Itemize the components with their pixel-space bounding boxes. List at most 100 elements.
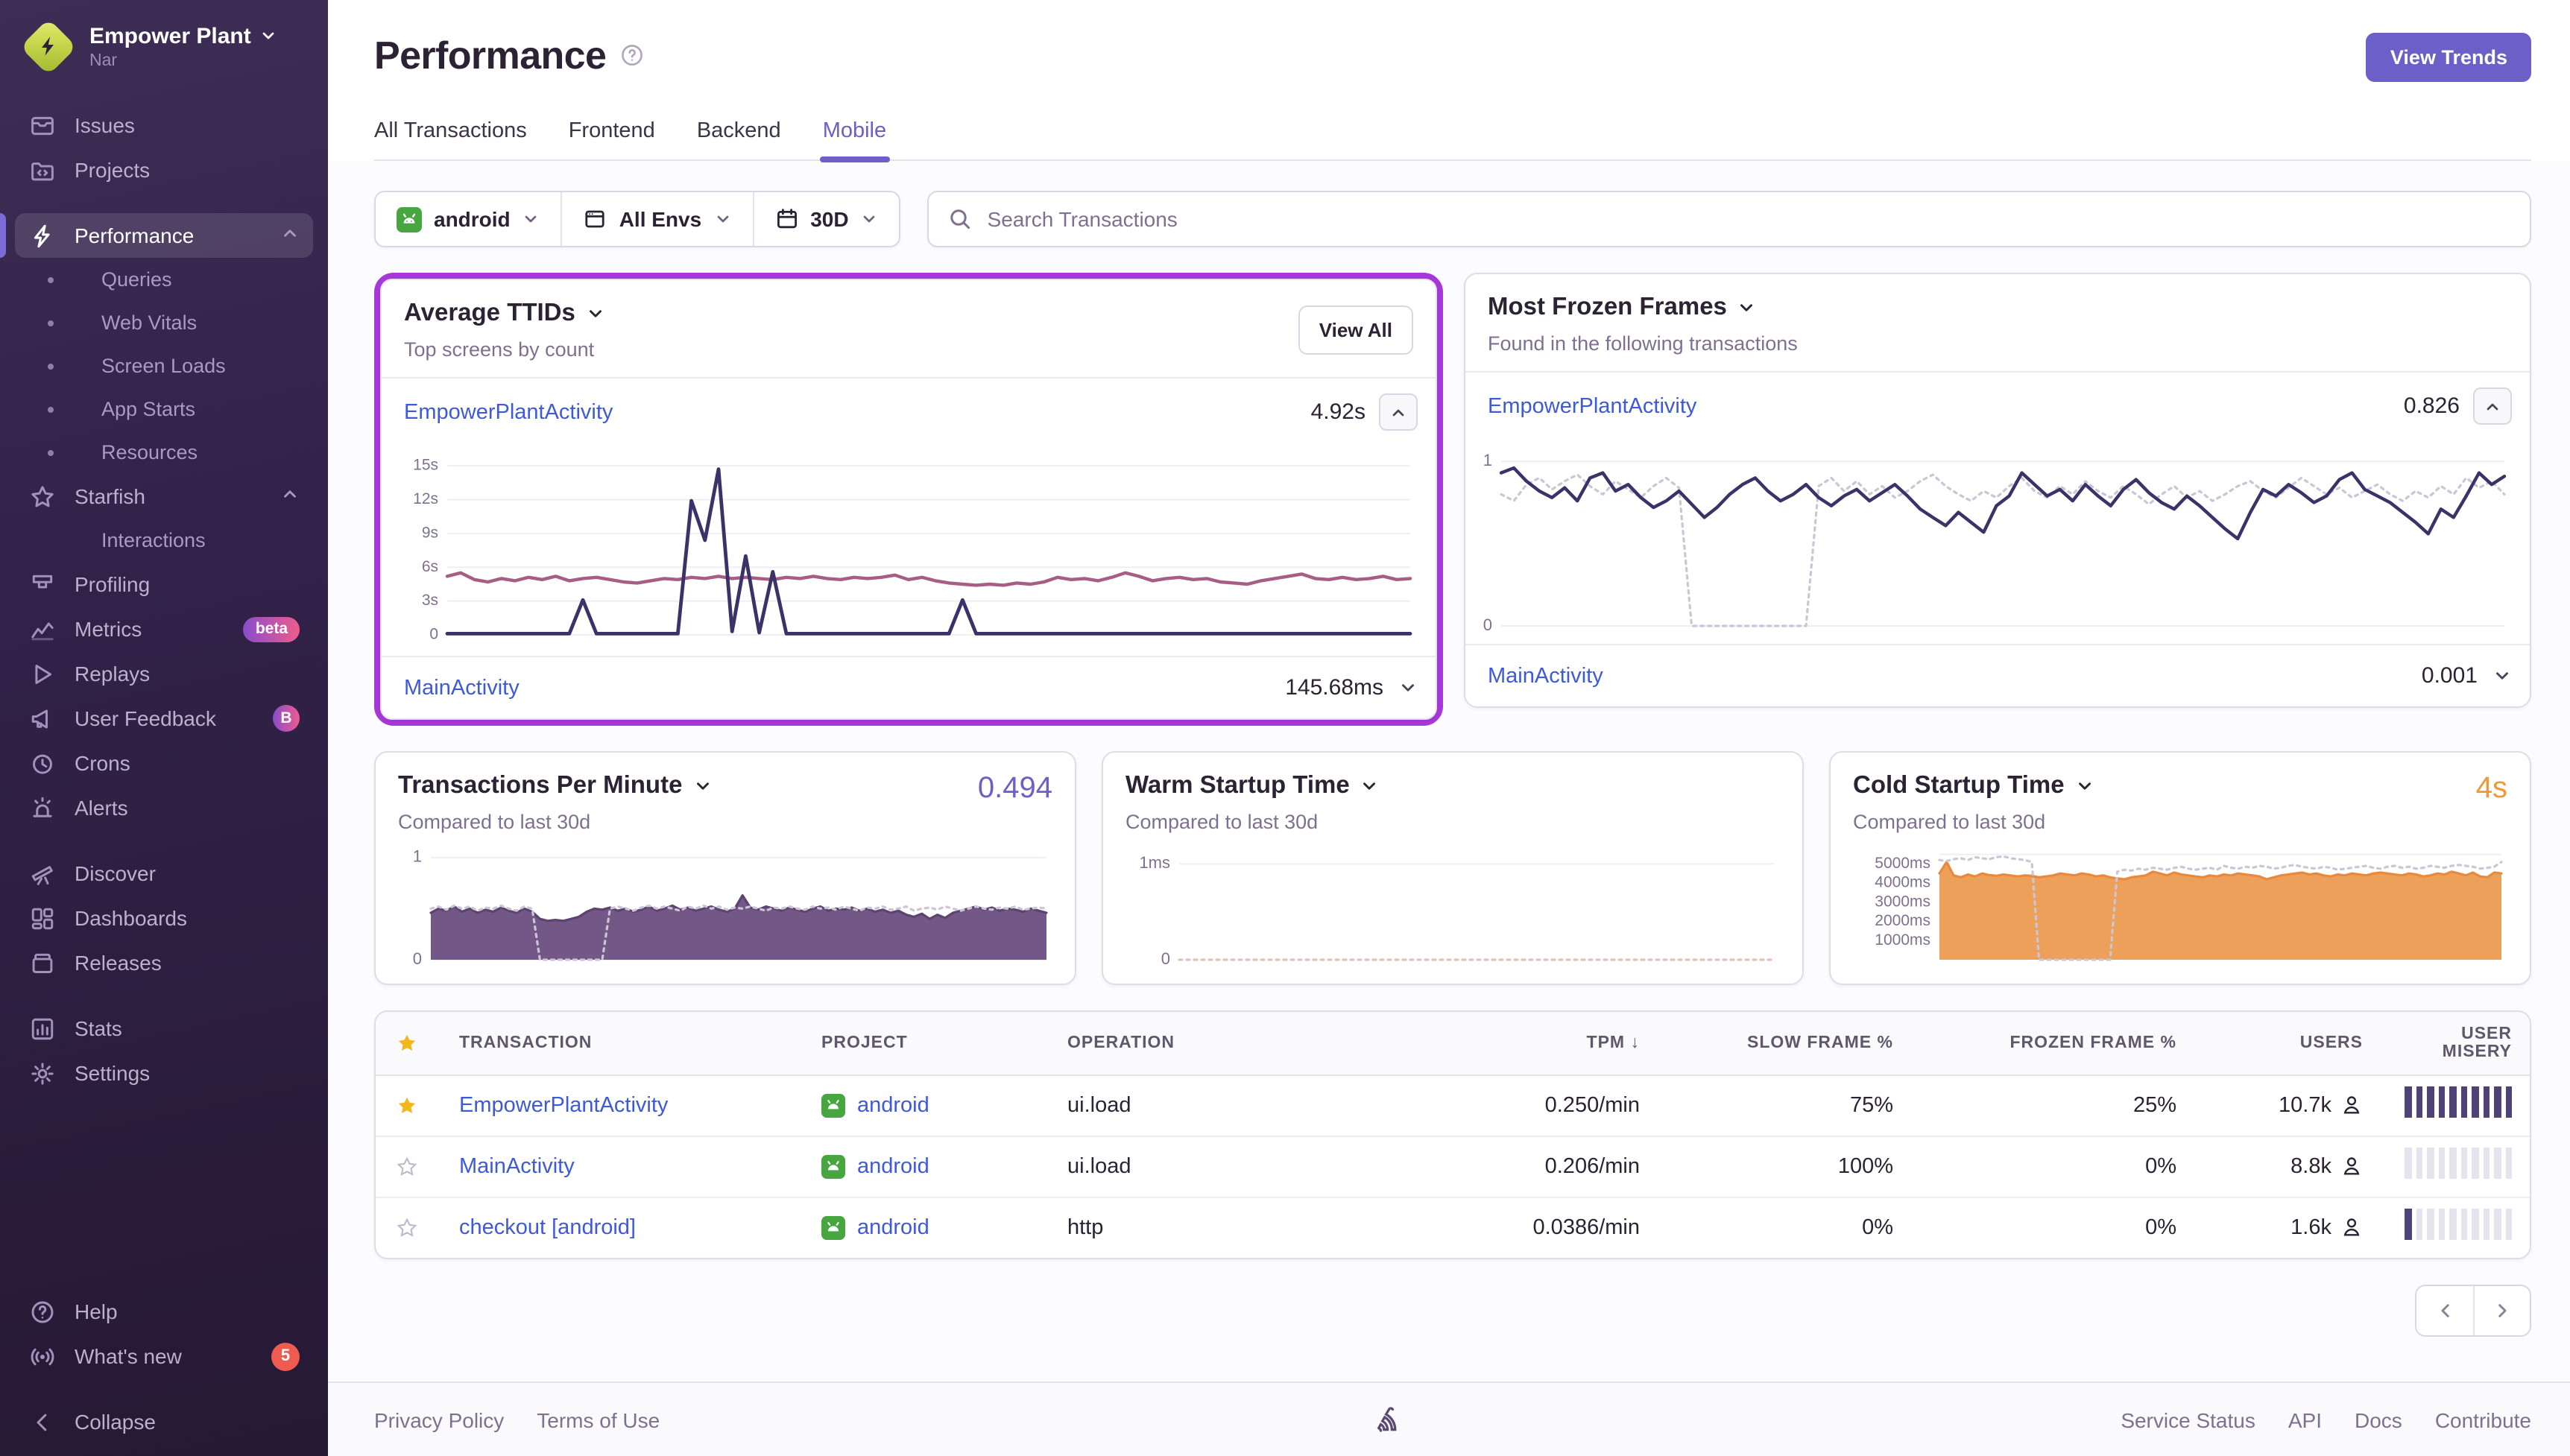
warm-startup-card: Warm Startup Time Compared to last 30d 1… — [1102, 751, 1804, 985]
next-page-button[interactable] — [2473, 1286, 2530, 1335]
column-header-frozen-frame-%[interactable]: FROZEN FRAME % — [1914, 1012, 2197, 1075]
most-frozen-frames-title-dropdown[interactable]: Most Frozen Frames — [1488, 294, 1798, 322]
chevron-up-icon — [2487, 402, 2498, 410]
footer-link-service-status[interactable]: Service Status — [2121, 1408, 2255, 1431]
column-header-slow-frame-%[interactable]: SLOW FRAME % — [1661, 1012, 1914, 1075]
sidebar-item-help[interactable]: Help — [15, 1289, 313, 1334]
sidebar-item-crons[interactable]: Crons — [15, 741, 313, 785]
sidebar-item-label: Crons — [75, 751, 130, 775]
operation-cell: ui.load — [1046, 1135, 1315, 1197]
transaction-value: 4.92s — [1310, 399, 1365, 425]
releases-icon — [31, 952, 52, 972]
column-header-transaction[interactable]: TRANSACTION — [438, 1012, 801, 1075]
collapse-row-button[interactable] — [2473, 387, 2512, 425]
star-outline-icon[interactable] — [397, 1154, 417, 1178]
sidebar-item-performance[interactable]: Performance — [0, 213, 313, 258]
project-link[interactable]: android — [857, 1154, 929, 1178]
average-ttids-card: Average TTIDs Top screens by count View … — [380, 279, 1437, 720]
footer-link-privacy-policy[interactable]: Privacy Policy — [374, 1408, 504, 1431]
play-icon — [34, 664, 51, 683]
transaction-link[interactable]: EmpowerPlantActivity — [459, 1093, 668, 1117]
table-row: EmpowerPlantActivity android ui.load 0.250/… — [376, 1074, 2530, 1136]
sidebar-item-discover[interactable]: Discover — [15, 851, 313, 896]
tab-mobile[interactable]: Mobile — [819, 119, 889, 162]
column-header-tpm[interactable]: TPM ↓ — [1315, 1012, 1661, 1075]
sidebar-item-dashboards[interactable]: Dashboards — [15, 896, 313, 940]
column-header-star[interactable] — [376, 1012, 438, 1075]
footer-link-api[interactable]: API — [2288, 1408, 2322, 1431]
footer-links-right: Service Status API Docs Contribute — [2121, 1408, 2531, 1431]
active-accent-bar — [0, 213, 6, 258]
view-all-button[interactable]: View All — [1298, 306, 1413, 355]
project-link[interactable]: android — [857, 1093, 929, 1117]
page-header: Performance View Trends All Transactions… — [328, 0, 2570, 162]
app-window: Empower Plant Nar Issues Projects Performa… — [0, 0, 2570, 1456]
transaction-link[interactable]: EmpowerPlantActivity — [404, 400, 613, 424]
collapse-row-button[interactable] — [1379, 393, 1418, 431]
sidebar-item-what-s-new[interactable]: What's new 5 — [15, 1334, 313, 1379]
sidebar-item-starfish[interactable]: Starfish — [15, 474, 313, 519]
content: android All Envs 30D Search Transactions… — [328, 161, 2570, 1381]
org-switcher[interactable]: Empower Plant Nar — [0, 0, 328, 88]
search-input[interactable] — [987, 207, 2510, 231]
warm-startup-title-dropdown[interactable]: Warm Startup Time — [1125, 772, 1380, 800]
project-link[interactable]: android — [857, 1216, 929, 1240]
help-circle-icon[interactable] — [619, 42, 643, 74]
svg-text:0: 0 — [1161, 949, 1170, 968]
footer-link-docs[interactable]: Docs — [2355, 1408, 2402, 1431]
sidebar-item-issues[interactable]: Issues — [15, 103, 313, 148]
sidebar-item-stats[interactable]: Stats — [15, 1006, 313, 1051]
tab-all-transactions[interactable]: All Transactions — [374, 119, 527, 159]
transactions-table: TRANSACTION PROJECT OPERATION TPM ↓ SLOW FRA… — [374, 1010, 2531, 1259]
footer-link-terms-of-use[interactable]: Terms of Use — [537, 1408, 660, 1431]
footer-link-contribute[interactable]: Contribute — [2435, 1408, 2531, 1431]
sidebar-item-metrics[interactable]: Metrics beta — [15, 607, 313, 651]
previous-page-button[interactable] — [2416, 1286, 2473, 1335]
tpm-title-dropdown[interactable]: Transactions Per Minute — [398, 772, 712, 800]
column-header-operation[interactable]: OPERATION — [1046, 1012, 1315, 1075]
sidebar-item-screen-loads[interactable]: Screen Loads — [15, 344, 313, 387]
tpm-cell: 0.0386/min — [1315, 1196, 1661, 1258]
sidebar-item-alerts[interactable]: Alerts — [15, 785, 313, 830]
sidebar-item-projects[interactable]: Projects — [15, 148, 313, 192]
table-row: MainActivity android ui.load 0.206/min 100% 0… — [376, 1135, 2530, 1197]
sidebar-bottom: Help What's new 5 Collapse — [0, 1289, 328, 1444]
transaction-link[interactable]: checkout [android] — [459, 1216, 636, 1240]
star-filled-icon[interactable] — [397, 1093, 417, 1117]
sidebar-item-interactions[interactable]: Interactions — [15, 519, 313, 562]
sidebar-item-replays[interactable]: Replays — [15, 651, 313, 696]
transaction-link[interactable]: MainActivity — [459, 1154, 575, 1178]
cold-startup-title-dropdown[interactable]: Cold Startup Time — [1853, 772, 2094, 800]
transaction-link[interactable]: EmpowerPlantActivity — [1488, 394, 1696, 418]
date-range-filter[interactable]: 30D — [752, 192, 899, 246]
sidebar-item-resources[interactable]: Resources — [15, 431, 313, 474]
chevron-down-icon — [1402, 684, 1414, 691]
org-subtitle: Nar — [89, 51, 118, 69]
average-ttids-title-dropdown[interactable]: Average TTIDs — [404, 300, 605, 328]
sidebar-item-releases[interactable]: Releases — [15, 940, 313, 985]
expand-row-button[interactable] — [1398, 678, 1418, 697]
column-header-project[interactable]: PROJECT — [801, 1012, 1046, 1075]
view-trends-button[interactable]: View Trends — [2366, 33, 2531, 82]
sidebar-item-web-vitals[interactable]: Web Vitals — [15, 301, 313, 344]
transaction-link[interactable]: MainActivity — [1488, 664, 1603, 688]
org-name: Empower Plant — [89, 23, 251, 48]
transaction-value: 0.001 — [2421, 663, 2478, 689]
project-filter[interactable]: android — [376, 192, 561, 246]
sidebar-item-profiling[interactable]: Profiling — [15, 562, 313, 607]
column-header-users[interactable]: USERS — [2197, 1012, 2384, 1075]
star-outline-icon — [397, 1156, 417, 1175]
sidebar-item-settings[interactable]: Settings — [15, 1051, 313, 1095]
expand-row-button[interactable] — [2492, 666, 2512, 686]
sidebar-item-app-starts[interactable]: App Starts — [15, 387, 313, 431]
tab-backend[interactable]: Backend — [697, 119, 781, 159]
sidebar-item-collapse[interactable]: Collapse — [15, 1399, 313, 1444]
svg-text:2000ms: 2000ms — [1875, 912, 1930, 929]
transaction-link[interactable]: MainActivity — [404, 676, 520, 700]
star-outline-icon[interactable] — [397, 1216, 417, 1240]
sidebar-item-user-feedback[interactable]: User Feedback B — [15, 696, 313, 741]
environment-filter[interactable]: All Envs — [561, 192, 753, 246]
column-header-user-misery[interactable]: USER MISERY — [2384, 1012, 2530, 1075]
tab-frontend[interactable]: Frontend — [569, 119, 655, 159]
sidebar-item-queries[interactable]: Queries — [15, 258, 313, 301]
